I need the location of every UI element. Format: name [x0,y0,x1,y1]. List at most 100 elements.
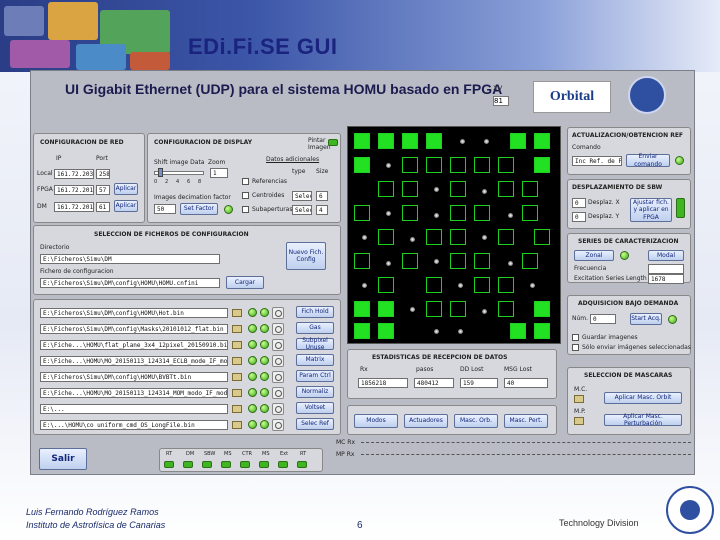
search-icon[interactable] [272,323,284,335]
acq-num-field[interactable]: 0 [590,314,616,324]
search-icon[interactable] [272,371,284,383]
masks-panel: SELECCION DE MASCARAS M.C. Aplicar Masc.… [567,367,691,435]
fpga-apply-button[interactable]: Aplicar [114,183,138,195]
file-row-path[interactable]: E:\Fiche...\HOMU\MO_20150113_124314_MOM_… [40,388,228,398]
subaperture-cell [426,277,442,293]
file-row-button[interactable]: Selec Ref [296,418,334,430]
local-ip-field[interactable]: 161.72.203.189 [54,169,94,179]
indicator-label-ext: Ext [280,451,289,457]
apply-orbit-mask-button[interactable]: Aplicar Masc. Orbit [604,392,682,404]
file-row-path[interactable]: E:\Fiche...\HOMU\flat_plane_3x4_12pixel_… [40,340,228,350]
indicator-label-dm: DM [186,451,195,457]
spot [434,259,439,264]
page-number: 6 [357,520,363,531]
status-led [260,308,269,317]
actuadores-button[interactable]: Actuadores [404,414,448,428]
mc-rx-label: MC Rx [336,439,355,446]
search-icon[interactable] [272,419,284,431]
zoom-field[interactable]: 1 [210,168,228,178]
decimation-field[interactable]: 50 [154,204,176,214]
subap-size-field[interactable]: 4 [316,205,328,215]
centroides-size-field[interactable]: 6 [316,191,328,201]
modos-button[interactable]: Modos [354,414,398,428]
file-row-path[interactable]: E:\Ficheros\Simu\DM\config\Masks\2010101… [40,324,228,334]
subaperturas-checkbox[interactable] [242,206,249,213]
file-row-button[interactable]: Subpixel Unuse [296,337,334,351]
search-icon[interactable] [272,403,284,415]
file-row-button[interactable]: Fich Hold [296,306,334,318]
stats-col-dd-lost: DD Lost [460,366,484,373]
file-row-path[interactable]: E:\Ficheros\Simu\DM\config\HOMU\Hot.bin [40,308,228,318]
series-length-field[interactable]: 1678 [648,274,684,284]
apply-perturbation-mask-button[interactable]: Aplicar Masc. Perturbación [604,413,682,427]
fpga-port-field[interactable]: 57 [96,185,110,195]
dir-field[interactable]: E:\Ficheros\Simu\DM [40,254,220,264]
folder-icon[interactable] [574,417,584,425]
subaperture-cell [534,323,550,339]
zonal-button[interactable]: Zonal [574,250,614,261]
file-row-button[interactable]: Gas [296,322,334,334]
cargar-button[interactable]: Cargar [226,276,264,289]
folder-icon[interactable] [232,405,242,413]
dm-ip-field[interactable]: 161.72.201.203 [54,202,94,212]
file-row-button[interactable]: Param Ctrl [296,370,334,382]
search-icon[interactable] [272,387,284,399]
file-row-button[interactable]: Voltset [296,402,334,414]
subaperture-cell [450,157,466,173]
freq-field[interactable] [648,264,684,274]
folder-icon[interactable] [232,389,242,397]
search-icon[interactable] [272,339,284,351]
masc-orb-button[interactable]: Masc. Orb. [454,414,498,428]
folder-icon[interactable] [232,373,242,381]
comando-select[interactable]: Inc Ref. de FPGA [572,156,622,166]
config-file-field[interactable]: E:\Ficheros\Simu\DM\config\HOMU\HOMU.cnf… [40,278,220,288]
solo-enviar-checkbox[interactable] [572,344,579,351]
search-icon[interactable] [272,355,284,367]
pintar-toggle[interactable] [328,139,338,146]
modal-button[interactable]: Modal [648,250,684,261]
local-port-field[interactable]: 258 [96,169,110,179]
file-row-path[interactable]: E:\Fiche...\HOMU\MO_20150113_124314_ECLB… [40,356,228,366]
nuevo-config-button[interactable]: Nuevo Fich. Config [286,242,326,270]
centroides-checkbox[interactable] [242,192,249,199]
folder-icon[interactable] [232,421,242,429]
folder-icon[interactable] [574,395,584,403]
folder-icon[interactable] [232,341,242,349]
guardar-checkbox[interactable] [572,334,579,341]
subaperture-cell [426,157,442,173]
series-panel: SERIES DE CARACTERIZACION Zonal Modal Fr… [567,233,691,284]
file-row-path[interactable]: E:\...\HOMU\co uniform_cmd_OS_LongFile.b… [40,420,228,430]
mode-buttons-panel: Modos Actuadores Masc. Orb. Masc. Pert. [347,405,557,435]
salir-button[interactable]: Salir [39,448,87,470]
file-row-button[interactable]: Matrix [296,354,334,366]
folder-icon[interactable] [232,357,242,365]
status-led [221,461,231,468]
sbw-apply-button[interactable]: Ajustar fich. y aplicar en FPGA [630,198,672,222]
wavefront-image-display[interactable] [347,126,561,344]
enviar-comando-button[interactable]: Enviar comando [626,153,670,168]
slider-tick-8: 8 [198,179,202,185]
dm-port-field[interactable]: 61 [96,202,110,212]
sbw-y-field[interactable]: 0 [572,212,586,222]
referencias-checkbox[interactable] [242,178,249,185]
subaperture-cell [510,323,526,339]
status-led [278,461,288,468]
dm-apply-button[interactable]: Aplicar [114,200,138,212]
file-row-path[interactable]: E:\... [40,404,228,414]
start-acq-button[interactable]: Start Acq. [630,313,662,325]
set-factor-button[interactable]: Set Factor [180,203,218,215]
mp-rx-indicator-row [361,454,691,455]
folder-icon[interactable] [232,309,242,317]
subaperture-cell [354,205,370,221]
shift-slider-handle[interactable] [158,168,163,177]
subap-type-select[interactable]: Selec [292,205,312,215]
file-row-button[interactable]: Normaliz [296,386,334,398]
search-icon[interactable] [272,307,284,319]
masc-pert-button[interactable]: Masc. Pert. [504,414,548,428]
file-row-path[interactable]: E:\Ficheros\Simu\DM\config\HOMU\BVBTt.bi… [40,372,228,382]
sbw-x-field[interactable]: 0 [572,198,586,208]
centroides-type-select[interactable]: Selec [292,191,312,201]
fpga-ip-field[interactable]: 161.72.201.193 [54,185,94,195]
footer-credit: Luis Fernando Rodríguez Ramos Instituto … [26,506,165,532]
folder-icon[interactable] [232,325,242,333]
